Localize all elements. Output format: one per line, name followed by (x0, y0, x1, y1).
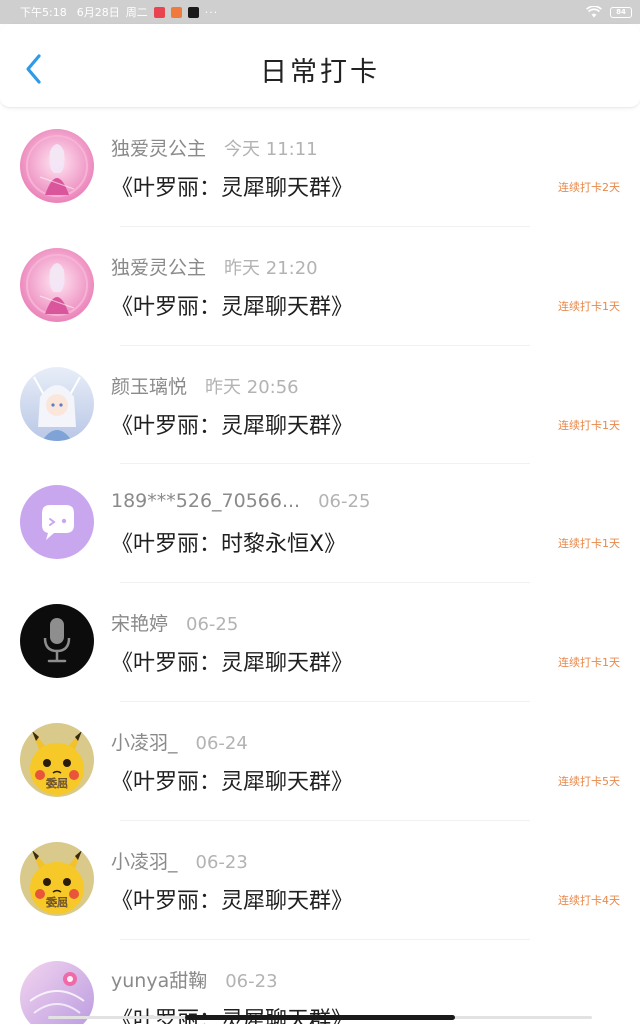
group-name: 《叶罗丽：灵犀聊天群》 (111, 651, 354, 677)
checkin-item[interactable]: yunya甜鞠 06-23 《叶罗丽：灵犀聊天群》 (0, 940, 640, 1024)
home-indicator[interactable] (185, 1015, 455, 1020)
fairy-avatar[interactable] (20, 366, 94, 441)
user-name: 独爱灵公主 (111, 256, 207, 279)
checkin-item[interactable]: 委屈 小凌羽_ 06-23 《叶罗丽：灵犀聊天群》 连续打卡4天 (0, 821, 640, 940)
checkin-list: 独爱灵公主 今天 11:11 《叶罗丽：灵犀聊天群》 连续打卡2天 独爱灵公主 … (0, 108, 640, 1024)
princess-avatar[interactable] (20, 247, 94, 322)
streak-badge: 连续打卡1天 (558, 537, 620, 551)
item-meta: 独爱灵公主 今天 11:11 (111, 134, 318, 161)
checkin-item[interactable]: 独爱灵公主 今天 11:11 《叶罗丽：灵犀聊天群》 连续打卡2天 (0, 108, 640, 227)
item-meta: 小凌羽_ 06-23 (111, 847, 248, 874)
notification-app-icon (153, 6, 165, 18)
page-title: 日常打卡 (260, 57, 380, 88)
avatar-caption: 委屈 (46, 777, 68, 790)
header: 日常打卡 (0, 24, 640, 108)
item-meta: yunya甜鞠 06-23 (111, 966, 278, 993)
user-name: 宋艳婷 (111, 613, 169, 636)
group-name: 《叶罗丽：灵犀聊天群》 (111, 888, 354, 914)
group-name: 《叶罗丽：灵犀聊天群》 (111, 413, 354, 439)
user-name: yunya甜鞠 (111, 969, 208, 992)
group-name: 《叶罗丽：灵犀聊天群》 (111, 294, 354, 320)
checkin-item[interactable]: 独爱灵公主 昨天 21:20 《叶罗丽：灵犀聊天群》 连续打卡1天 (0, 227, 640, 346)
microphone-avatar[interactable] (20, 604, 94, 679)
notification-app-icon (170, 6, 182, 18)
group-name: 《叶罗丽：灵犀聊天群》 (111, 1002, 353, 1024)
user-name: 小凌羽_ (111, 731, 178, 754)
checkin-time: 06-25 (318, 491, 371, 513)
pikachu-avatar[interactable]: 委屈 (20, 722, 94, 797)
tiktok-icon (187, 6, 199, 18)
group-name: 《叶罗丽：灵犀聊天群》 (111, 769, 354, 795)
checkin-item[interactable]: 委屈 小凌羽_ 06-24 《叶罗丽：灵犀聊天群》 连续打卡5天 (0, 702, 640, 821)
princess-avatar[interactable] (20, 129, 94, 203)
pikachu-avatar[interactable]: 委屈 (20, 841, 94, 916)
checkin-time: 06-23 (225, 970, 278, 992)
checkin-time: 今天 11:11 (224, 139, 318, 160)
user-name: 小凌羽_ (111, 850, 178, 873)
group-name: 《叶罗丽：灵犀聊天群》 (111, 176, 354, 201)
streak-badge: 连续打卡1天 (558, 656, 620, 670)
checkin-time: 06-23 (195, 851, 248, 873)
user-name: 189***526_70566... (111, 490, 301, 513)
streak-badge: 连续打卡1天 (558, 299, 620, 313)
more-notifications-icon: ··· (204, 5, 219, 19)
checkin-item[interactable]: 颜玉璃悦 昨天 20:56 《叶罗丽：灵犀聊天群》 连续打卡1天 (0, 346, 640, 465)
angel-avatar[interactable] (20, 960, 94, 1024)
item-meta: 小凌羽_ 06-24 (111, 728, 248, 755)
item-meta: 独爱灵公主 昨天 21:20 (111, 253, 318, 280)
wifi-icon (586, 6, 602, 18)
battery-level: 84 (616, 8, 626, 16)
streak-badge: 连续打卡5天 (558, 774, 620, 788)
battery-icon: 84 (610, 6, 632, 18)
checkin-item[interactable]: 宋艳婷 06-25 《叶罗丽：灵犀聊天群》 连续打卡1天 (0, 583, 640, 702)
checkin-time: 昨天 20:56 (205, 376, 299, 398)
status-date: 6月28日 (76, 6, 120, 19)
checkin-item[interactable]: 189***526_70566... 06-25 《叶罗丽：时黎永恒X》 连续打… (0, 464, 640, 584)
item-meta: 宋艳婷 06-25 (111, 609, 238, 636)
item-meta: 颜玉璃悦 昨天 20:56 (111, 372, 299, 399)
streak-badge: 连续打卡4天 (558, 893, 620, 907)
item-meta: 189***526_70566... 06-25 (111, 490, 370, 512)
status-weekday: 周二 (125, 6, 148, 19)
avatar-caption: 委屈 (46, 896, 68, 909)
streak-badge: 连续打卡2天 (558, 181, 620, 194)
chat-bubble-avatar[interactable] (20, 485, 94, 560)
streak-badge: 连续打卡1天 (558, 418, 620, 432)
status-time: 下午5:18 (20, 6, 67, 19)
checkin-time: 昨天 21:20 (224, 257, 318, 279)
checkin-time: 06-25 (186, 614, 239, 636)
status-bar: 下午5:18 6月28日 周二 ··· 84 (0, 0, 640, 24)
user-name: 独爱灵公主 (111, 138, 207, 160)
group-name: 《叶罗丽：时黎永恒X》 (111, 532, 347, 558)
user-name: 颜玉璃悦 (111, 375, 188, 398)
checkin-time: 06-24 (195, 732, 248, 754)
